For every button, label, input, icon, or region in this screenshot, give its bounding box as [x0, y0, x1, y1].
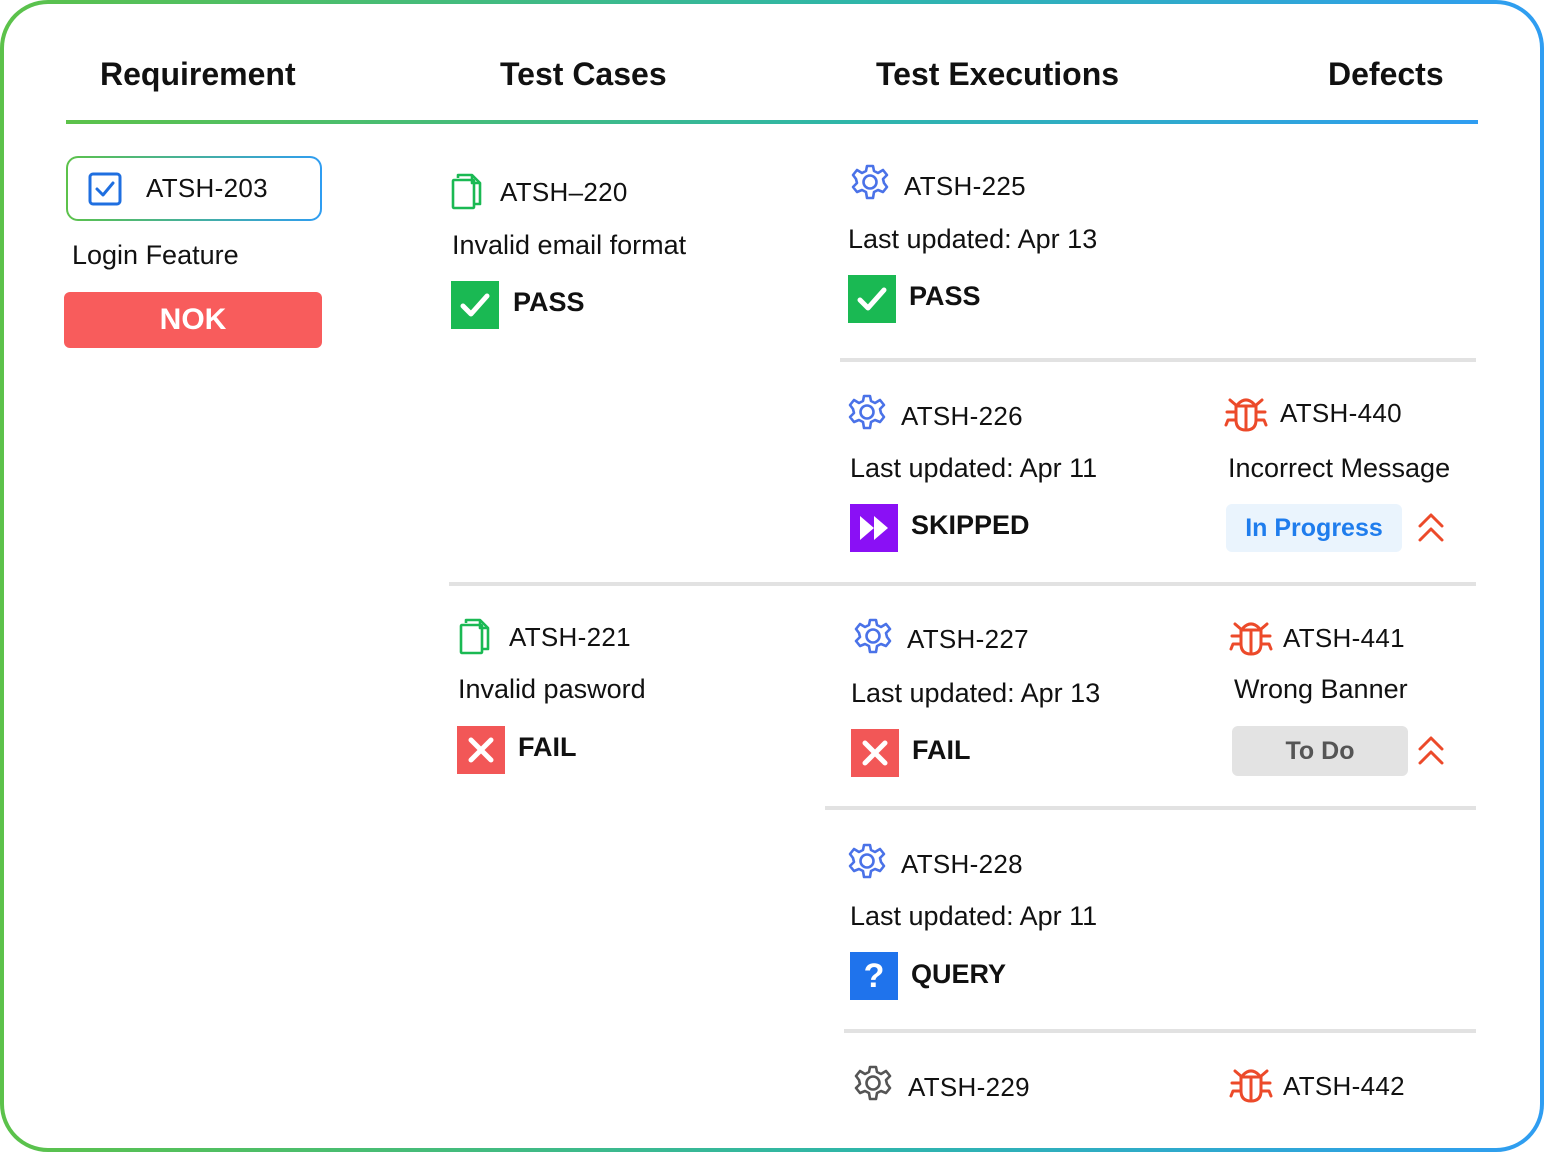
double-chevron-up-icon: [1416, 735, 1446, 772]
question-mark-icon: ?: [850, 952, 898, 1000]
test-execution-id[interactable]: ATSH-226: [901, 401, 1023, 432]
row-divider: [449, 582, 1476, 586]
defect-id[interactable]: ATSH-440: [1280, 398, 1402, 429]
test-case-id[interactable]: ATSH–220: [500, 177, 628, 208]
defect-id[interactable]: ATSH-441: [1283, 623, 1405, 654]
last-updated-row: Last updated: Apr 11: [850, 453, 1097, 484]
defect-id[interactable]: ATSH-442: [1283, 1071, 1405, 1102]
bug-icon: [1229, 616, 1273, 663]
last-updated-date: Apr 13: [1020, 678, 1101, 708]
row-divider: [825, 806, 1476, 810]
document-copy-icon: [458, 617, 492, 660]
gear-icon: [847, 841, 887, 886]
requirement-chip[interactable]: ATSH-203: [66, 156, 322, 221]
gear-icon: [853, 616, 893, 661]
last-updated-label: Last updated:: [850, 901, 1014, 931]
fail-x-icon: [457, 726, 505, 774]
skip-forward-icon: [850, 504, 898, 552]
header-divider: [66, 120, 1478, 124]
document-copy-icon: [450, 172, 484, 215]
test-execution-status: SKIPPED: [911, 510, 1030, 540]
defect-status-badge[interactable]: In Progress: [1226, 504, 1402, 552]
checkbox-checked-icon: [88, 172, 122, 206]
last-updated-row: Last updated: Apr 13: [848, 224, 1097, 255]
pass-check-icon: [451, 281, 499, 329]
last-updated-label: Last updated:: [850, 453, 1014, 483]
test-case-status: FAIL: [518, 732, 577, 762]
defect-title: Incorrect Message: [1228, 453, 1451, 483]
test-execution-status: FAIL: [912, 735, 971, 765]
last-updated-row: Last updated: Apr 13: [851, 678, 1100, 709]
defect-status-badge[interactable]: To Do: [1232, 726, 1408, 776]
test-execution-id[interactable]: ATSH-228: [901, 849, 1023, 880]
requirement-status-badge[interactable]: NOK: [64, 292, 322, 348]
last-updated-date: Apr 11: [1019, 453, 1098, 483]
test-execution-status: PASS: [909, 281, 981, 311]
gear-icon: [853, 1063, 893, 1108]
test-execution-status: QUERY: [911, 959, 1007, 989]
column-header-test-executions: Test Executions: [876, 56, 1120, 92]
column-header-test-cases: Test Cases: [500, 56, 667, 92]
last-updated-date: Apr 13: [1017, 224, 1098, 254]
fail-x-icon: [851, 729, 899, 777]
traceability-card: Requirement Test Cases Test Executions D…: [0, 0, 1544, 1152]
test-case-title: Invalid pasword: [458, 674, 646, 704]
gear-icon: [850, 162, 890, 207]
last-updated-row: Last updated: Apr 11: [850, 901, 1097, 932]
test-execution-id[interactable]: ATSH-225: [904, 171, 1026, 202]
requirement-title: Login Feature: [72, 240, 239, 270]
test-execution-id[interactable]: ATSH-229: [908, 1072, 1030, 1103]
last-updated-date: Apr 11: [1019, 901, 1098, 931]
row-divider: [844, 1029, 1476, 1033]
test-case-id[interactable]: ATSH-221: [509, 622, 631, 653]
test-case-status: PASS: [513, 287, 585, 317]
gear-icon: [847, 392, 887, 437]
defect-title: Wrong Banner: [1234, 674, 1408, 704]
last-updated-label: Last updated:: [848, 224, 1012, 254]
test-case-title: Invalid email format: [452, 230, 687, 260]
traceability-card-body: Requirement Test Cases Test Executions D…: [4, 4, 1540, 1148]
bug-icon: [1229, 1063, 1273, 1110]
column-header-defects: Defects: [1328, 56, 1444, 92]
bug-icon: [1224, 392, 1268, 439]
test-execution-id[interactable]: ATSH-227: [907, 624, 1029, 655]
row-divider: [840, 358, 1476, 362]
last-updated-label: Last updated:: [851, 678, 1015, 708]
requirement-id: ATSH-203: [146, 173, 268, 203]
column-header-requirement: Requirement: [100, 56, 296, 92]
double-chevron-up-icon: [1416, 512, 1446, 549]
pass-check-icon: [848, 275, 896, 323]
